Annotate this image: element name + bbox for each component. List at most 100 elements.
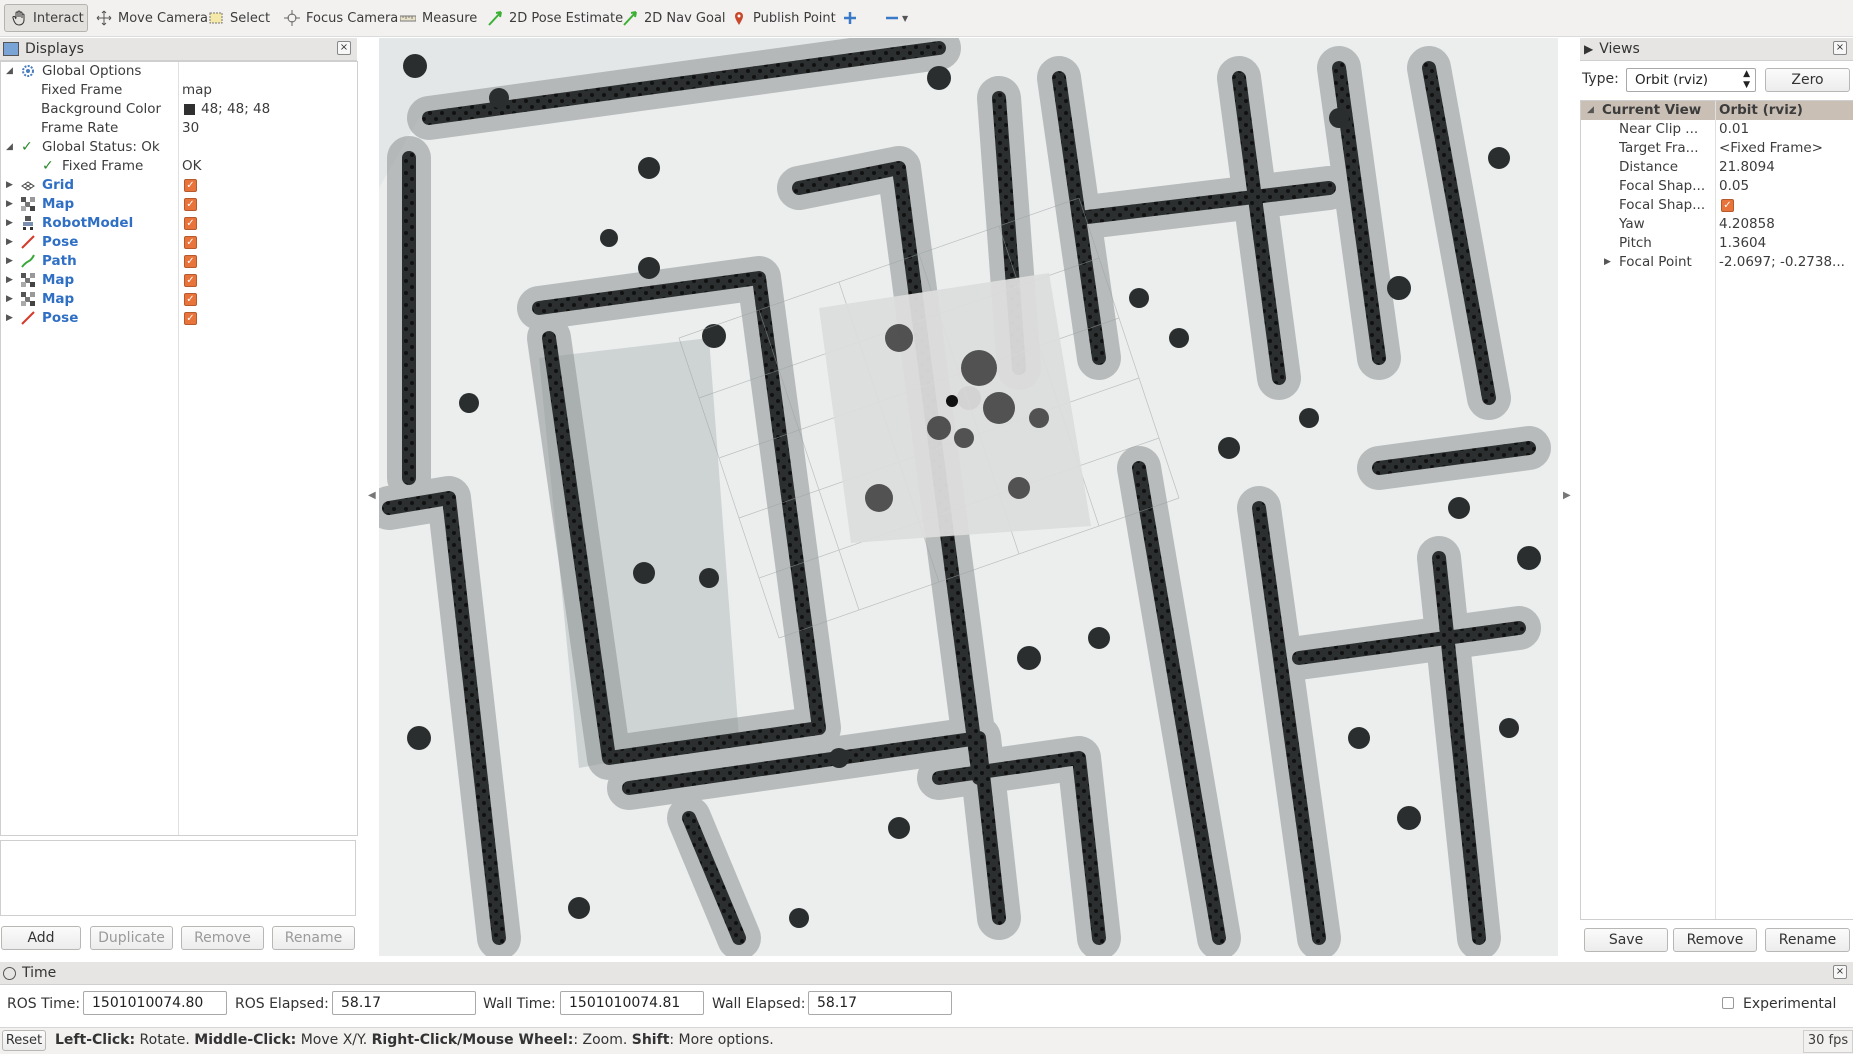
frame-rate-value[interactable]: 30 — [182, 119, 199, 138]
expand-right-icon[interactable]: ▶ — [6, 200, 15, 209]
time-panel-header: Time × — [0, 962, 1853, 985]
enabled-checkbox[interactable]: ✓ — [184, 217, 197, 230]
tree-row-focal-point[interactable]: ▶ Focal Point -2.0697; -0.2738... — [1581, 253, 1853, 272]
expand-down-icon[interactable]: ◢ — [6, 143, 15, 152]
expand-down-icon[interactable]: ◢ — [6, 67, 15, 76]
display-item-pose[interactable]: ▶ Pose ✓ — [1, 309, 357, 328]
collapse-left-arrow-icon[interactable]: ◀ — [368, 490, 376, 501]
prop-value[interactable]: -2.0697; -0.2738... — [1719, 253, 1845, 272]
prop-value[interactable]: 0.05 — [1719, 177, 1749, 196]
enabled-checkbox[interactable]: ✓ — [184, 198, 197, 211]
tree-row-global-status[interactable]: ◢ ✓ Global Status: Ok — [1, 138, 357, 157]
expand-right-icon[interactable]: ▶ — [6, 257, 15, 266]
enabled-checkbox[interactable]: ✓ — [184, 274, 197, 287]
displays-title: Displays — [25, 41, 84, 57]
duplicate-display-button[interactable]: Duplicate — [90, 926, 173, 950]
display-item-label: RobotModel — [42, 215, 134, 231]
displays-panel-header: Displays × — [0, 38, 357, 61]
ros-time-field[interactable]: 1501010074.80 — [83, 991, 227, 1015]
wall-time-label: Wall Time: — [483, 996, 556, 1012]
spin-arrows-icon: ▲ ▼ — [1743, 69, 1750, 90]
prop-value[interactable]: 21.8094 — [1719, 158, 1775, 177]
remove-display-button[interactable]: Remove — [181, 926, 264, 950]
tree-row-yaw[interactable]: Yaw 4.20858 — [1581, 215, 1853, 234]
display-item-map[interactable]: ▶ Map ✓ — [1, 271, 357, 290]
2d-pose-estimate-tool-button[interactable]: 2D Pose Estimate — [487, 4, 623, 32]
expand-right-icon[interactable]: ▶ — [6, 314, 15, 323]
color-swatch[interactable] — [184, 104, 195, 115]
experimental-checkbox[interactable] — [1722, 997, 1734, 1009]
tree-row-background-color[interactable]: Background Color 48; 48; 48 — [1, 100, 357, 119]
expand-right-icon[interactable]: ▶ — [1604, 258, 1613, 267]
fixed-frame-value[interactable]: map — [182, 81, 212, 100]
display-item-robotmodel[interactable]: ▶ RobotModel ✓ — [1, 214, 357, 233]
enabled-checkbox[interactable]: ✓ — [184, 236, 197, 249]
prop-value[interactable]: 1.3604 — [1719, 234, 1766, 253]
prop-value[interactable]: 0.01 — [1719, 120, 1749, 139]
close-icon[interactable]: × — [1833, 41, 1847, 55]
2d-nav-goal-tool-button[interactable]: 2D Nav Goal — [622, 4, 726, 32]
expand-right-icon[interactable]: ▶ — [6, 181, 15, 190]
publish-point-tool-button[interactable]: Publish Point — [731, 4, 836, 32]
tree-row-pitch[interactable]: Pitch 1.3604 — [1581, 234, 1853, 253]
display-item-map[interactable]: ▶ Map ✓ — [1, 195, 357, 214]
measure-tool-button[interactable]: Measure — [399, 4, 477, 32]
expand-right-icon[interactable]: ▶ — [6, 219, 15, 228]
shift-key: Shift — [631, 1032, 670, 1048]
publish-point-label: Publish Point — [753, 10, 836, 26]
select-tool-button[interactable]: Select — [208, 4, 270, 32]
display-item-grid[interactable]: ▶ Grid ✓ — [1, 176, 357, 195]
tree-row-target-frame[interactable]: Target Fra... <Fixed Frame> — [1581, 139, 1853, 158]
tree-row-global-options[interactable]: ◢ Global Options — [1, 62, 357, 81]
focus-camera-tool-button[interactable]: Focus Camera — [284, 4, 398, 32]
view-type-select[interactable]: Orbit (rviz) ▲ ▼ — [1626, 68, 1756, 92]
remove-view-button[interactable]: Remove — [1673, 928, 1757, 952]
display-item-pose[interactable]: ▶ Pose ✓ — [1, 233, 357, 252]
tree-row-focal-shape-size[interactable]: Focal Shap... 0.05 — [1581, 177, 1853, 196]
enabled-checkbox[interactable]: ✓ — [184, 179, 197, 192]
collapse-right-arrow-icon[interactable]: ▶ — [1563, 490, 1571, 501]
tree-row-focal-shape-fixed[interactable]: Focal Shap... ✓ — [1581, 196, 1853, 215]
frame-rate-label: Frame Rate — [41, 120, 119, 136]
rename-display-button[interactable]: Rename — [272, 926, 355, 950]
enabled-checkbox[interactable]: ✓ — [184, 255, 197, 268]
focus-camera-icon — [284, 10, 300, 26]
focal-shape-checkbox[interactable]: ✓ — [1721, 199, 1734, 212]
status-fixed-frame-label: Fixed Frame — [62, 158, 144, 174]
tree-row-current-view[interactable]: ◢ Current View Orbit (rviz) — [1581, 101, 1853, 120]
close-icon[interactable]: × — [1833, 965, 1847, 979]
interact-tool-button[interactable]: Interact — [4, 4, 88, 32]
3d-render-viewport[interactable] — [379, 38, 1558, 956]
prop-value[interactable]: 4.20858 — [1719, 215, 1775, 234]
move-camera-tool-button[interactable]: Move Camera — [96, 4, 208, 32]
tree-row-status-fixed-frame[interactable]: ✓ Fixed Frame OK — [1, 157, 357, 176]
save-view-button[interactable]: Save — [1584, 928, 1668, 952]
prop-label: Pitch — [1619, 235, 1652, 251]
tree-row-distance[interactable]: Distance 21.8094 — [1581, 158, 1853, 177]
enabled-checkbox[interactable]: ✓ — [184, 293, 197, 306]
close-icon[interactable]: × — [337, 41, 351, 55]
expand-right-icon[interactable]: ▶ — [6, 295, 15, 304]
expand-right-icon[interactable]: ▶ — [6, 276, 15, 285]
rename-view-button[interactable]: Rename — [1765, 928, 1850, 952]
view-type-label: Type: — [1582, 71, 1619, 87]
tree-row-fixed-frame[interactable]: Fixed Frame map — [1, 81, 357, 100]
display-item-map[interactable]: ▶ Map ✓ — [1, 290, 357, 309]
wall-time-field[interactable]: 1501010074.81 — [560, 991, 704, 1015]
reset-button[interactable]: Reset — [2, 1030, 46, 1051]
wall-elapsed-field[interactable]: 58.17 — [808, 991, 952, 1015]
prop-value[interactable]: <Fixed Frame> — [1719, 139, 1823, 158]
expand-down-icon[interactable]: ◢ — [1587, 106, 1596, 115]
zero-view-button[interactable]: Zero — [1765, 68, 1850, 92]
ros-elapsed-field[interactable]: 58.17 — [332, 991, 476, 1015]
tree-row-near-clip[interactable]: Near Clip ... 0.01 — [1581, 120, 1853, 139]
add-tool-button[interactable] — [842, 4, 858, 32]
tree-row-frame-rate[interactable]: Frame Rate 30 — [1, 119, 357, 138]
display-item-path[interactable]: ▶ Path ✓ — [1, 252, 357, 271]
add-display-button[interactable]: Add — [1, 926, 81, 950]
remove-tool-dropdown[interactable]: ▼ — [884, 4, 908, 32]
background-color-value[interactable]: 48; 48; 48 — [201, 100, 270, 119]
time-title: Time — [22, 965, 57, 981]
expand-right-icon[interactable]: ▶ — [6, 238, 15, 247]
enabled-checkbox[interactable]: ✓ — [184, 312, 197, 325]
